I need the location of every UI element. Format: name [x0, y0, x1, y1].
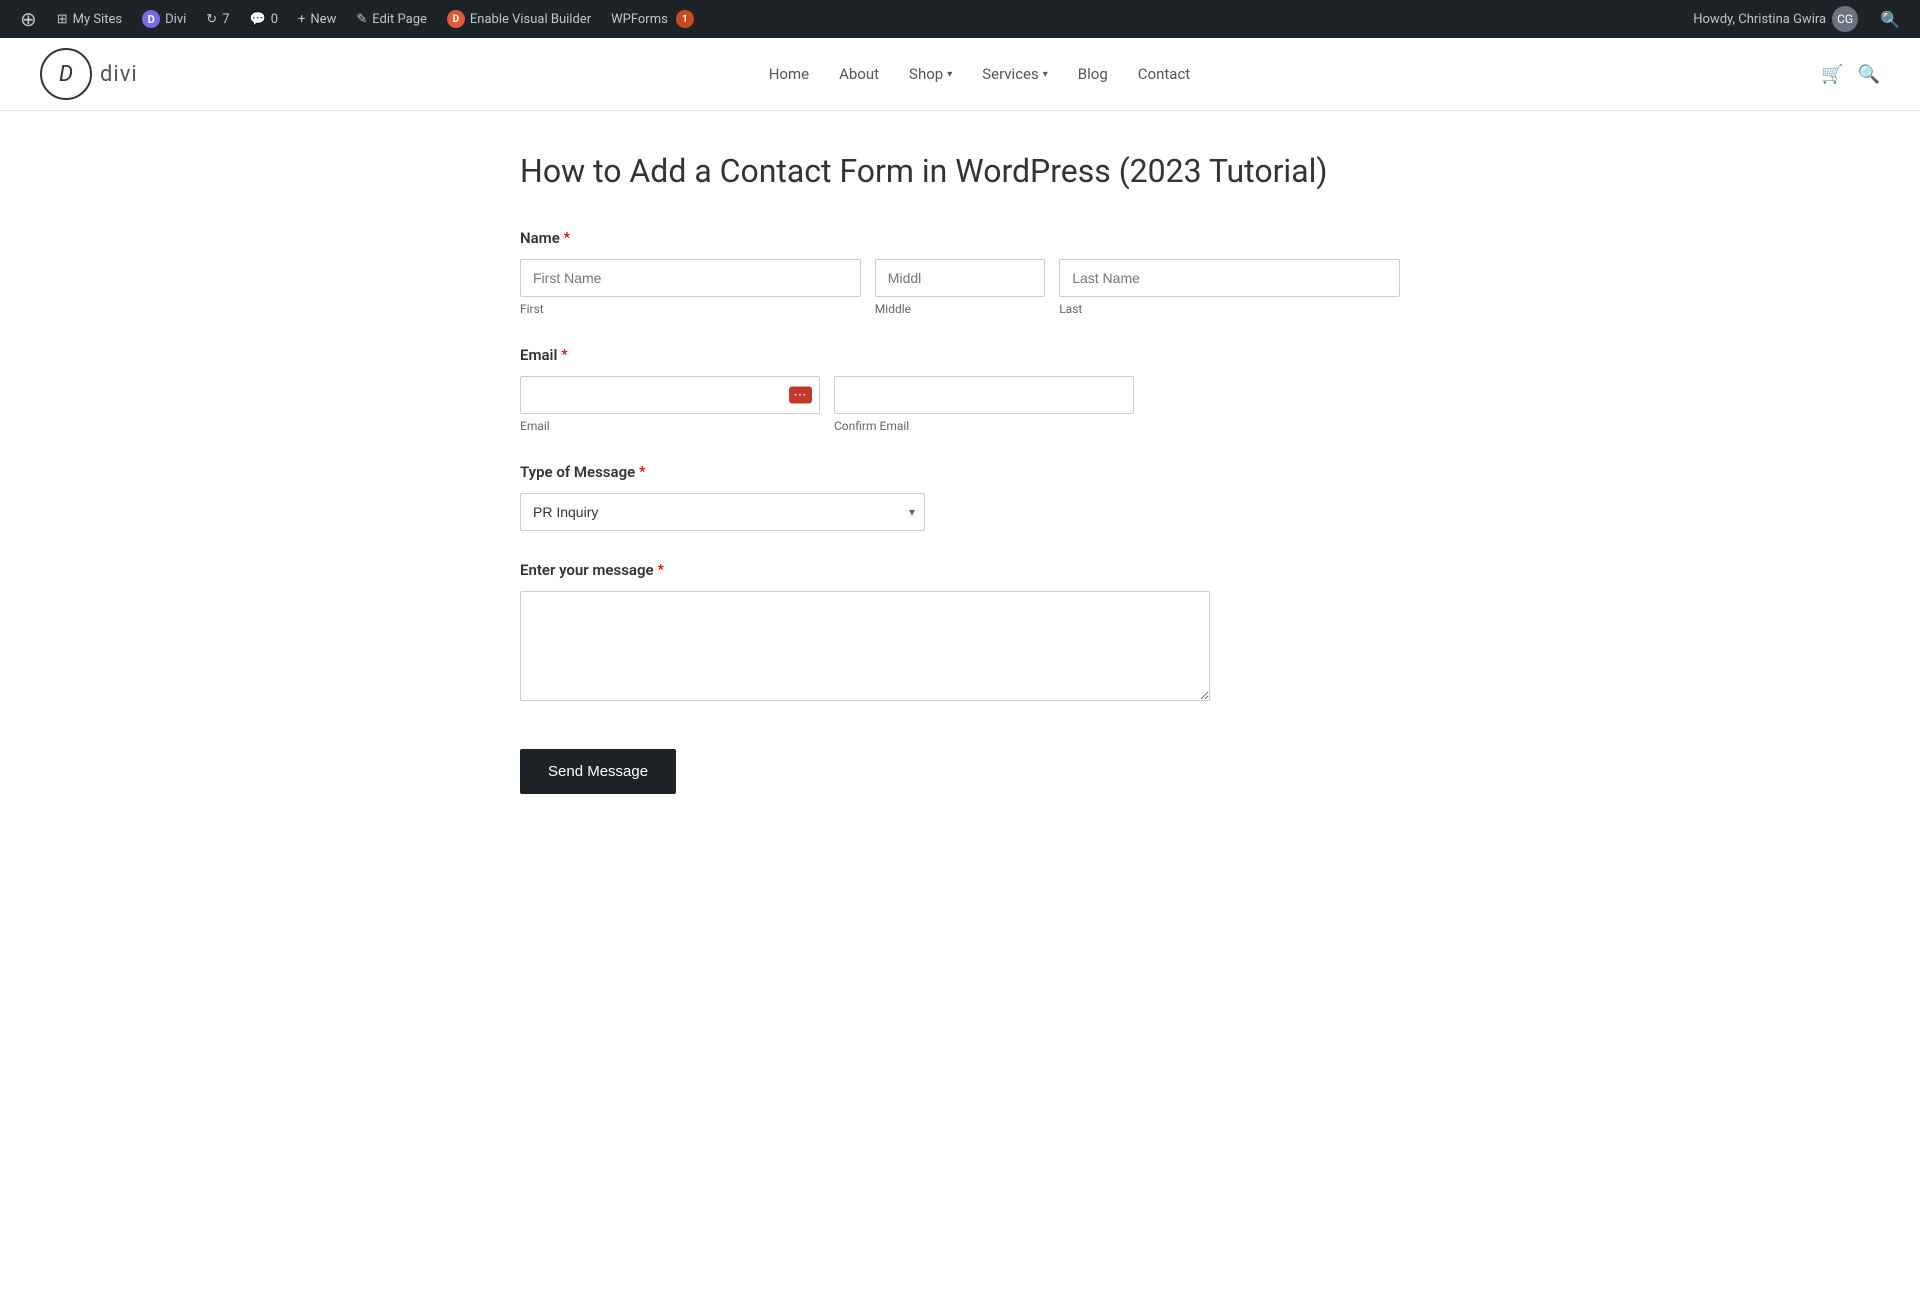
- last-name-input[interactable]: [1059, 259, 1400, 297]
- first-name-wrap: First: [520, 259, 861, 316]
- message-required-star: *: [658, 562, 664, 578]
- edit-page-label: Edit Page: [372, 12, 427, 27]
- nav-blog-label: Blog: [1078, 65, 1108, 83]
- name-section: Name * First Middle Last: [520, 229, 1400, 316]
- middle-sublabel: Middle: [875, 302, 1045, 316]
- type-select-wrapper: PR Inquiry General Inquiry Support Partn…: [520, 493, 925, 531]
- admin-search-icon[interactable]: 🔍: [1870, 10, 1910, 29]
- email-label: Email *: [520, 346, 1400, 364]
- confirm-email-input[interactable]: [834, 376, 1134, 414]
- nav-home[interactable]: Home: [769, 59, 809, 89]
- wpforms-label: WPForms: [611, 12, 668, 27]
- updates-count: 7: [222, 12, 229, 27]
- middle-name-input[interactable]: [875, 259, 1045, 297]
- email-input-wrapper: ···: [520, 376, 820, 414]
- wordpress-icon: ⊕: [20, 7, 37, 31]
- plus-icon: +: [298, 12, 305, 27]
- admin-divi[interactable]: D Divi: [132, 0, 196, 38]
- confirm-email-sublabel: Confirm Email: [834, 419, 1134, 433]
- admin-enable-vb[interactable]: D Enable Visual Builder: [437, 0, 601, 38]
- new-label: New: [310, 12, 336, 27]
- nav-icons: 🛒 🔍: [1821, 64, 1880, 85]
- nav-services-label: Services: [982, 65, 1039, 83]
- main-content: How to Add a Contact Form in WordPress (…: [480, 151, 1440, 854]
- nav-contact-label: Contact: [1138, 65, 1190, 83]
- type-select[interactable]: PR Inquiry General Inquiry Support Partn…: [520, 493, 925, 531]
- message-section: Enter your message *: [520, 561, 1400, 705]
- message-label: Enter your message *: [520, 561, 1400, 579]
- admin-comments[interactable]: 💬 0: [240, 0, 289, 38]
- admin-my-sites[interactable]: ⊞ My Sites: [47, 0, 132, 38]
- email-fields: ··· Email Confirm Email: [520, 376, 1400, 433]
- email-sublabel: Email: [520, 419, 820, 433]
- comments-count: 0: [271, 12, 278, 27]
- site-logo[interactable]: D divi: [40, 48, 138, 100]
- cart-icon[interactable]: 🛒: [1821, 64, 1843, 85]
- comments-icon: 💬: [250, 12, 266, 27]
- email-wrap: ··· Email: [520, 376, 820, 433]
- name-required-star: *: [564, 230, 570, 246]
- admin-edit-page[interactable]: ✎ Edit Page: [346, 0, 437, 38]
- name-fields: First Middle Last: [520, 259, 1400, 316]
- page-title: How to Add a Contact Form in WordPress (…: [520, 151, 1400, 193]
- email-dots-badge: ···: [789, 386, 812, 403]
- wpforms-badge: 1: [676, 10, 694, 28]
- divi-label: Divi: [165, 12, 186, 27]
- message-textarea[interactable]: [520, 591, 1210, 701]
- services-chevron-icon: ▾: [1043, 69, 1048, 80]
- howdy-text: Howdy, Christina Gwira: [1693, 12, 1826, 27]
- type-required-star: *: [639, 464, 645, 480]
- site-nav: Home About Shop ▾ Services ▾ Blog Contac…: [769, 59, 1191, 89]
- admin-bar: ⊕ ⊞ My Sites D Divi ↻ 7 💬 0 + New ✎ Edit…: [0, 0, 1920, 38]
- nav-about-label: About: [839, 65, 879, 83]
- contact-form: Name * First Middle Last: [520, 229, 1400, 794]
- sites-icon: ⊞: [57, 12, 68, 27]
- edit-icon: ✎: [356, 12, 367, 27]
- howdy-section[interactable]: Howdy, Christina Gwira CG: [1693, 6, 1858, 32]
- email-required-star: *: [561, 347, 567, 363]
- logo-letter: D: [59, 62, 73, 87]
- my-sites-label: My Sites: [73, 12, 122, 27]
- enable-vb-label: Enable Visual Builder: [470, 12, 591, 27]
- logo-text: divi: [100, 62, 138, 87]
- admin-wp-logo[interactable]: ⊕: [10, 0, 47, 38]
- type-label: Type of Message *: [520, 463, 1400, 481]
- last-sublabel: Last: [1059, 302, 1400, 316]
- last-name-wrap: Last: [1059, 259, 1400, 316]
- middle-name-wrap: Middle: [875, 259, 1045, 316]
- avatar: CG: [1832, 6, 1858, 32]
- nav-home-label: Home: [769, 65, 809, 83]
- confirm-email-wrap: Confirm Email: [834, 376, 1134, 433]
- admin-new[interactable]: + New: [288, 0, 346, 38]
- vb-icon: D: [447, 10, 465, 28]
- nav-contact[interactable]: Contact: [1138, 59, 1190, 89]
- email-input[interactable]: [520, 376, 820, 414]
- type-section: Type of Message * PR Inquiry General Inq…: [520, 463, 1400, 531]
- nav-about[interactable]: About: [839, 59, 879, 89]
- first-sublabel: First: [520, 302, 861, 316]
- divi-icon: D: [142, 10, 160, 28]
- nav-services[interactable]: Services ▾: [982, 59, 1048, 89]
- shop-chevron-icon: ▾: [947, 69, 952, 80]
- updates-icon: ↻: [206, 12, 217, 27]
- nav-shop-label: Shop: [909, 65, 943, 83]
- admin-updates[interactable]: ↻ 7: [196, 0, 239, 38]
- header-search-icon[interactable]: 🔍: [1858, 64, 1880, 85]
- send-message-button[interactable]: Send Message: [520, 749, 676, 794]
- nav-blog[interactable]: Blog: [1078, 59, 1108, 89]
- name-label: Name *: [520, 229, 1400, 247]
- nav-shop[interactable]: Shop ▾: [909, 59, 952, 89]
- email-section: Email * ··· Email Confirm Email: [520, 346, 1400, 433]
- site-header: D divi Home About Shop ▾ Services ▾ Blog…: [0, 38, 1920, 111]
- logo-circle-icon: D: [40, 48, 92, 100]
- first-name-input[interactable]: [520, 259, 861, 297]
- admin-wpforms[interactable]: WPForms 1: [601, 0, 704, 38]
